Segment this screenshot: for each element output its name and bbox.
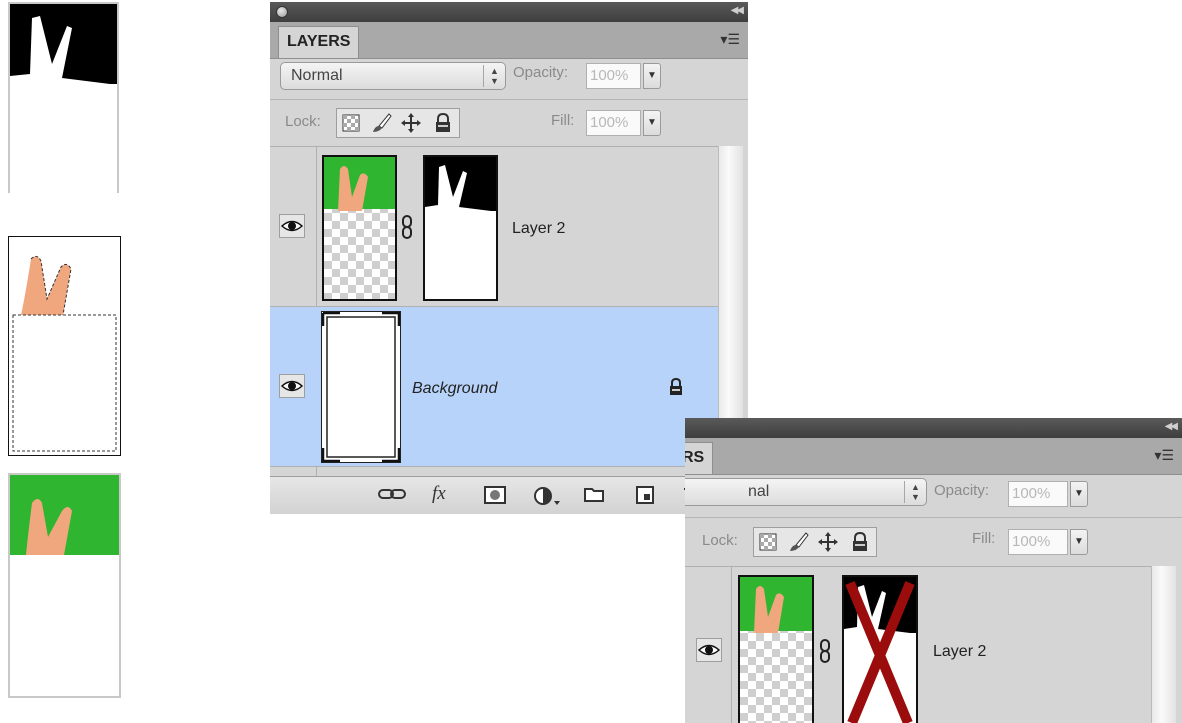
lock-buttons xyxy=(336,108,460,138)
updown-arrows-icon: ▲ ▼ xyxy=(483,65,505,87)
layer-list: Layer 2 Background xyxy=(270,146,748,476)
layers-panel-second: ◀◀ RS ▾☰ nal ▲ ▼ Opacity: 100% ▼ Lock: Fi… xyxy=(685,418,1182,723)
opacity-label: Opacity: xyxy=(513,64,569,81)
fill-input[interactable]: 100% xyxy=(586,110,641,136)
lock-transparent-icon[interactable] xyxy=(339,111,363,135)
opacity-input[interactable]: 100% xyxy=(1008,481,1068,507)
fill-input[interactable]: 100% xyxy=(1008,529,1068,555)
blend-mode-select[interactable]: nal ▲ ▼ xyxy=(685,478,927,506)
fill-dropdown[interactable]: ▼ xyxy=(1070,529,1088,555)
add-mask-icon[interactable] xyxy=(484,486,506,509)
preview-mask xyxy=(8,2,119,193)
panel-titlebar[interactable]: ◀◀ xyxy=(685,418,1182,438)
visibility-eye-icon[interactable] xyxy=(279,214,305,238)
tab-row: RS ▾☰ xyxy=(685,438,1182,475)
opacity-input[interactable]: 100% xyxy=(586,63,641,89)
visibility-eye-icon[interactable] xyxy=(696,638,722,662)
tab-layers[interactable]: RS xyxy=(685,442,714,474)
fill-dropdown[interactable]: ▼ xyxy=(643,110,661,136)
lock-all-icon[interactable] xyxy=(431,111,455,135)
fill-label: Fill: xyxy=(972,530,996,547)
lock-position-icon[interactable] xyxy=(816,530,840,554)
layer-thumbnail[interactable] xyxy=(738,575,814,723)
blend-mode-select[interactable]: Normal ▲ ▼ xyxy=(280,62,506,90)
panel-titlebar[interactable]: ◀◀ xyxy=(270,2,748,22)
layers-panel: ◀◀ LAYERS ▾☰ Normal ▲ ▼ Opacity: 100% ▼ L… xyxy=(270,2,748,514)
composite-image xyxy=(10,475,119,696)
opacity-dropdown[interactable]: ▼ xyxy=(643,63,661,89)
lock-buttons xyxy=(753,527,877,557)
lock-brush-icon[interactable] xyxy=(369,111,393,135)
mask-link-icon[interactable] xyxy=(401,215,413,244)
selection-image xyxy=(9,237,120,455)
blend-mode-value: Normal xyxy=(291,67,343,84)
layer-row[interactable]: Layer 2 xyxy=(270,146,722,306)
bottom-toolbar: fx xyxy=(270,476,748,514)
tab-row: LAYERS ▾☰ xyxy=(270,22,748,59)
blend-mode-value: nal xyxy=(748,483,770,500)
layer-thumbnail[interactable] xyxy=(322,155,397,301)
preview-selection xyxy=(8,236,121,456)
collapse-icon[interactable]: ◀◀ xyxy=(731,5,744,16)
new-layer-icon[interactable] xyxy=(636,486,654,509)
panel-menu-icon[interactable]: ▾☰ xyxy=(720,31,740,48)
panel-menu-icon[interactable]: ▾☰ xyxy=(1154,447,1174,464)
opacity-label: Opacity: xyxy=(934,482,990,499)
mask-thumbnail[interactable] xyxy=(423,155,498,301)
mask-thumbnail-crossed[interactable] xyxy=(842,575,918,723)
layer-row[interactable]: Layer 2 xyxy=(685,566,1155,723)
tab-layers[interactable]: LAYERS xyxy=(278,26,360,58)
lock-label: Lock: xyxy=(702,532,738,549)
link-layers-icon[interactable] xyxy=(377,486,407,507)
lock-transparent-icon[interactable] xyxy=(756,530,780,554)
mask-image xyxy=(10,4,117,193)
lock-position-icon[interactable] xyxy=(399,111,423,135)
fx-icon[interactable]: fx xyxy=(432,483,446,505)
layer-name[interactable]: Layer 2 xyxy=(933,643,986,661)
layer-list: Layer 2 xyxy=(685,566,1182,723)
adjustment-icon[interactable] xyxy=(533,486,561,511)
layer-name[interactable]: Layer 2 xyxy=(512,220,565,238)
mask-link-icon[interactable] xyxy=(819,639,831,668)
lock-all-icon[interactable] xyxy=(848,530,872,554)
lock-brush-icon[interactable] xyxy=(786,530,810,554)
preview-composite xyxy=(8,473,121,698)
layer-lock-icon xyxy=(668,377,684,402)
updown-arrows-icon: ▲ ▼ xyxy=(904,481,926,503)
layer-row-selected[interactable]: Background xyxy=(270,306,718,466)
fill-label: Fill: xyxy=(551,112,575,129)
visibility-eye-icon[interactable] xyxy=(279,374,305,398)
scrollbar[interactable] xyxy=(1151,566,1176,723)
new-group-icon[interactable] xyxy=(584,486,604,507)
collapse-icon[interactable]: ◀◀ xyxy=(1165,421,1178,432)
divider xyxy=(270,99,748,100)
background-thumbnail[interactable] xyxy=(321,311,401,463)
lock-label: Lock: xyxy=(285,113,321,130)
layer-name[interactable]: Background xyxy=(412,380,497,398)
close-button[interactable] xyxy=(276,6,288,18)
list-bottom-edge xyxy=(270,466,722,476)
opacity-dropdown[interactable]: ▼ xyxy=(1070,481,1088,507)
divider xyxy=(685,517,1182,518)
